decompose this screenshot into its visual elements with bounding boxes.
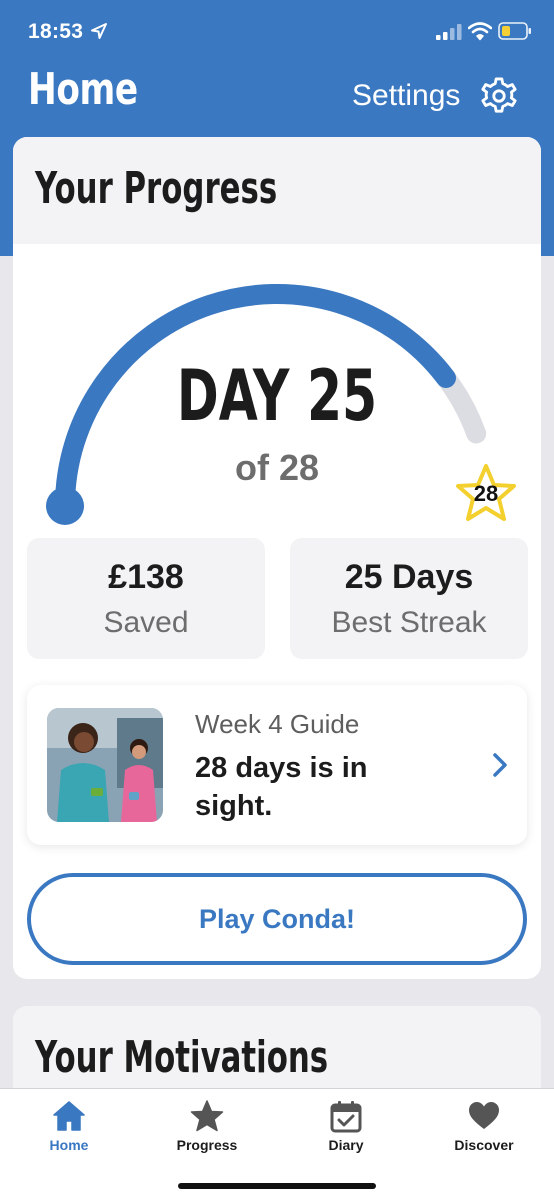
battery-low-icon (498, 22, 531, 40)
tab-diary-label: Diary (328, 1137, 364, 1153)
guide-title: 28 days is in sight. (195, 752, 368, 822)
goal-day-number: 28 (473, 481, 499, 506)
saved-label: Saved (103, 606, 189, 639)
progress-card-header: Your Progress (13, 137, 541, 244)
guide-week-label: Week 4 Guide (195, 709, 360, 739)
tab-discover-label: Discover (454, 1137, 514, 1153)
star-icon (190, 1100, 224, 1132)
gauge-start-dot (46, 487, 84, 525)
home-indicator (178, 1183, 376, 1189)
calendar-check-icon (330, 1101, 362, 1133)
saved-value: £138 (108, 558, 184, 596)
tab-bar: Home Progress Diary Discover (0, 1088, 554, 1200)
status-bar: 18:53 (0, 0, 554, 64)
tab-progress[interactable]: Progress (138, 1089, 276, 1169)
location-arrow-icon (91, 23, 107, 39)
wifi-icon (468, 22, 492, 41)
settings-label: Settings (352, 79, 461, 112)
home-icon (53, 1101, 85, 1131)
best-streak-label: Best Streak (331, 606, 487, 639)
best-streak-value: 25 Days (344, 558, 474, 596)
settings-button[interactable]: Settings (352, 74, 518, 118)
chevron-right-icon (493, 753, 507, 777)
tab-diary[interactable]: Diary (277, 1089, 415, 1169)
tab-discover[interactable]: Discover (415, 1089, 553, 1169)
heart-icon (469, 1102, 499, 1129)
play-conda-button[interactable]: Play Conda! (27, 873, 527, 965)
tab-home-label: Home (49, 1137, 89, 1153)
tab-progress-label: Progress (176, 1137, 238, 1153)
progress-card-title: Your Progress (35, 163, 278, 214)
gear-icon (481, 77, 517, 113)
tab-home[interactable]: Home (0, 1089, 138, 1169)
best-streak-stat: 25 Days Best Streak (290, 538, 528, 659)
status-time: 18:53 (28, 20, 84, 43)
page-title: Home (28, 64, 138, 115)
cellular-signal-icon (436, 24, 462, 40)
goal-star-badge: 28 (453, 461, 519, 527)
guide-thumbnail (47, 708, 163, 822)
day-counter: DAY 25 (176, 355, 378, 437)
motivations-card-title: Your Motivations (35, 1032, 329, 1083)
saved-stat: £138 Saved (27, 538, 265, 659)
progress-card: Your Progress DAY 25 of 28 28 £138 Saved… (13, 137, 541, 979)
week-guide-card[interactable]: Week 4 Guide 28 days is in sight. (27, 685, 527, 845)
